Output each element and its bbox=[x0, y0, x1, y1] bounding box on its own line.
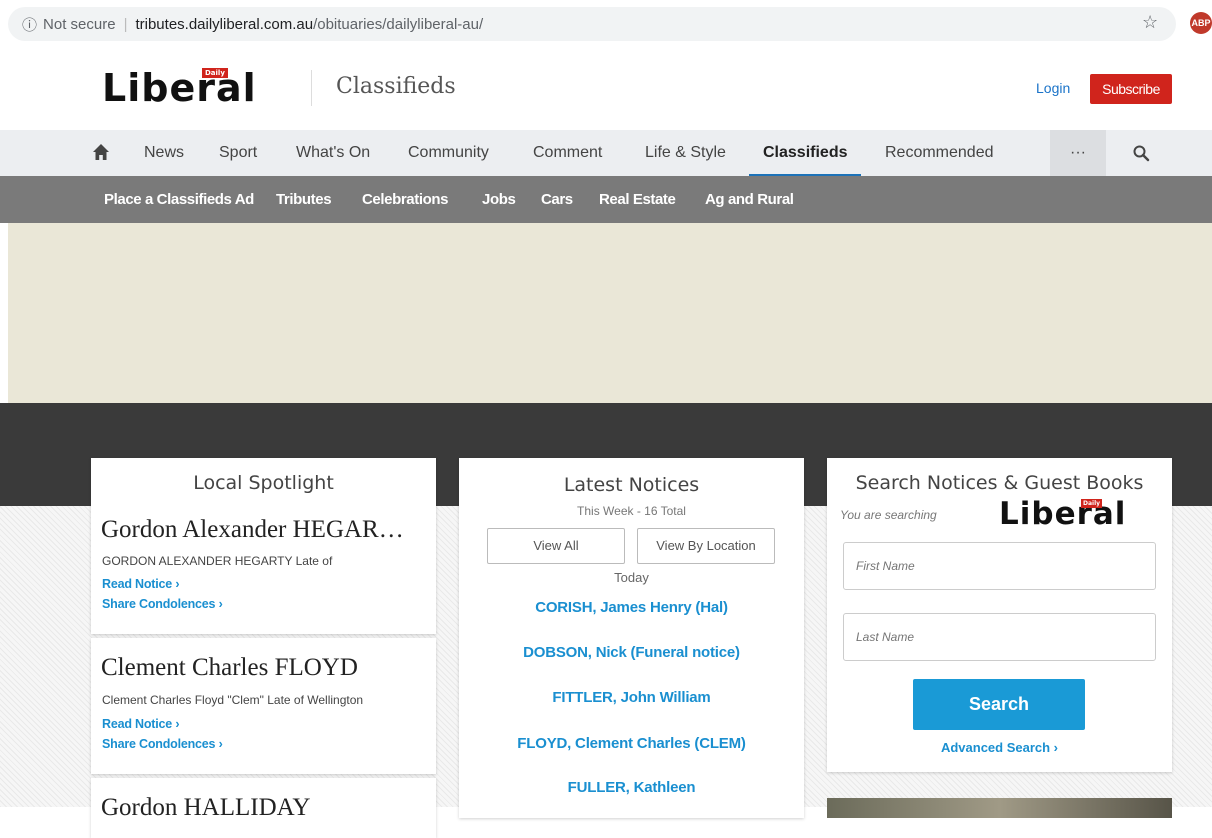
publication-logo: Liberal Daily bbox=[999, 496, 1126, 532]
nav-item-classifieds[interactable]: Classifieds bbox=[749, 130, 862, 176]
latest-notices-title: Latest Notices bbox=[563, 474, 700, 496]
spotlight-title: Local Spotlight bbox=[193, 472, 334, 494]
share-condolences-link[interactable]: Share Condolences › bbox=[102, 737, 223, 751]
search-button[interactable]: Search bbox=[913, 679, 1085, 730]
view-all-button[interactable]: View All bbox=[487, 528, 625, 564]
classifieds-subnav: Place a Classifieds Ad Tributes Celebrat… bbox=[0, 176, 1212, 223]
nav-item-whats-on[interactable]: What's On bbox=[296, 130, 370, 176]
logo-text: Liberal bbox=[102, 66, 257, 110]
subnav-item-celebrations[interactable]: Celebrations bbox=[362, 176, 448, 223]
first-name-input[interactable] bbox=[843, 542, 1156, 590]
browser-toolbar: ⓘ Not secure | tributes.dailyliberal.com… bbox=[0, 0, 1212, 46]
nav-item-comment[interactable]: Comment bbox=[533, 130, 602, 176]
search-icon[interactable] bbox=[1132, 144, 1150, 162]
mini-logo-daily-tag: Daily bbox=[1081, 499, 1103, 508]
subnav-item-place-ad[interactable]: Place a Classifieds Ad bbox=[104, 176, 254, 223]
notice-link[interactable]: FULLER, Kathleen bbox=[459, 779, 804, 796]
subnav-item-tributes[interactable]: Tributes bbox=[276, 176, 332, 223]
spotlight-excerpt: GORDON ALEXANDER HEGARTY Late of bbox=[102, 554, 333, 568]
url-path: /obituaries/dailyliberal-au/ bbox=[313, 15, 484, 33]
notice-link[interactable]: FLOYD, Clement Charles (CLEM) bbox=[459, 735, 804, 752]
advertisement-area bbox=[8, 223, 1212, 403]
subscribe-button[interactable]: Subscribe bbox=[1090, 74, 1172, 104]
notice-link[interactable]: CORISH, James Henry (Hal) bbox=[459, 599, 804, 616]
subnav-item-real-estate[interactable]: Real Estate bbox=[599, 176, 676, 223]
today-label: Today bbox=[614, 570, 649, 585]
advanced-search-link[interactable]: Advanced Search › bbox=[827, 740, 1172, 755]
read-notice-link[interactable]: Read Notice › bbox=[102, 717, 179, 731]
featured-photo[interactable] bbox=[827, 798, 1172, 818]
nav-item-recommended[interactable]: Recommended bbox=[885, 130, 994, 176]
security-label: Not secure bbox=[43, 15, 116, 33]
more-menu-button[interactable]: ··· bbox=[1050, 130, 1106, 176]
local-spotlight-card: Local Spotlight Gordon Alexander HEGAR… … bbox=[91, 458, 436, 838]
search-card-title: Search Notices & Guest Books bbox=[855, 472, 1144, 494]
section-title: Classifieds bbox=[336, 74, 456, 99]
spotlight-entry: Gordon HALLIDAY bbox=[91, 778, 436, 838]
spotlight-entry: Local Spotlight Gordon Alexander HEGAR… … bbox=[91, 458, 436, 634]
read-notice-link[interactable]: Read Notice › bbox=[102, 577, 179, 591]
share-condolences-link[interactable]: Share Condolences › bbox=[102, 597, 223, 611]
info-icon[interactable]: ⓘ bbox=[22, 14, 37, 35]
notice-link[interactable]: DOBSON, Nick (Funeral notice) bbox=[459, 644, 804, 661]
site-logo[interactable]: Liberal Daily bbox=[102, 66, 257, 110]
logo-divider bbox=[311, 70, 312, 106]
spotlight-name[interactable]: Gordon HALLIDAY bbox=[101, 794, 426, 822]
url-host: tributes.dailyliberal.com.au bbox=[135, 15, 314, 33]
spotlight-name[interactable]: Gordon Alexander HEGAR… bbox=[101, 516, 426, 544]
subnav-item-jobs[interactable]: Jobs bbox=[482, 176, 516, 223]
site-header: Liberal Daily Classifieds Login Subscrib… bbox=[0, 46, 1212, 130]
spotlight-entry: Clement Charles FLOYD Clement Charles Fl… bbox=[91, 638, 436, 774]
spotlight-excerpt: Clement Charles Floyd "Clem" Late of Wel… bbox=[102, 693, 364, 707]
bookmark-star-icon[interactable]: ☆ bbox=[1142, 12, 1158, 33]
adblock-extension-icon[interactable]: ABP 18 bbox=[1190, 12, 1212, 34]
nav-item-life-style[interactable]: Life & Style bbox=[645, 130, 726, 176]
home-icon[interactable] bbox=[92, 143, 110, 161]
logo-daily-tag: Daily bbox=[202, 68, 228, 78]
login-link[interactable]: Login bbox=[1036, 80, 1070, 96]
nav-item-news[interactable]: News bbox=[144, 130, 184, 176]
view-by-location-button[interactable]: View By Location bbox=[637, 528, 775, 564]
latest-notices-count: This Week - 16 Total bbox=[577, 504, 686, 518]
last-name-input[interactable] bbox=[843, 613, 1156, 661]
notice-link[interactable]: FITTLER, John William bbox=[459, 689, 804, 706]
url-separator: | bbox=[123, 15, 128, 33]
address-bar[interactable]: ⓘ Not secure | tributes.dailyliberal.com… bbox=[8, 7, 1176, 41]
subnav-item-cars[interactable]: Cars bbox=[541, 176, 573, 223]
subnav-item-ag-rural[interactable]: Ag and Rural bbox=[705, 176, 794, 223]
nav-item-community[interactable]: Community bbox=[408, 130, 489, 176]
latest-notices-card: Latest Notices This Week - 16 Total View… bbox=[459, 458, 804, 818]
nav-item-sport[interactable]: Sport bbox=[219, 130, 257, 176]
search-notices-card: Search Notices & Guest Books You are sea… bbox=[827, 458, 1172, 772]
searching-label: You are searching bbox=[840, 508, 937, 522]
mini-logo-text: Liberal bbox=[999, 496, 1127, 532]
spotlight-name[interactable]: Clement Charles FLOYD bbox=[101, 654, 426, 682]
main-nav: News Sport What's On Community Comment L… bbox=[0, 130, 1212, 176]
